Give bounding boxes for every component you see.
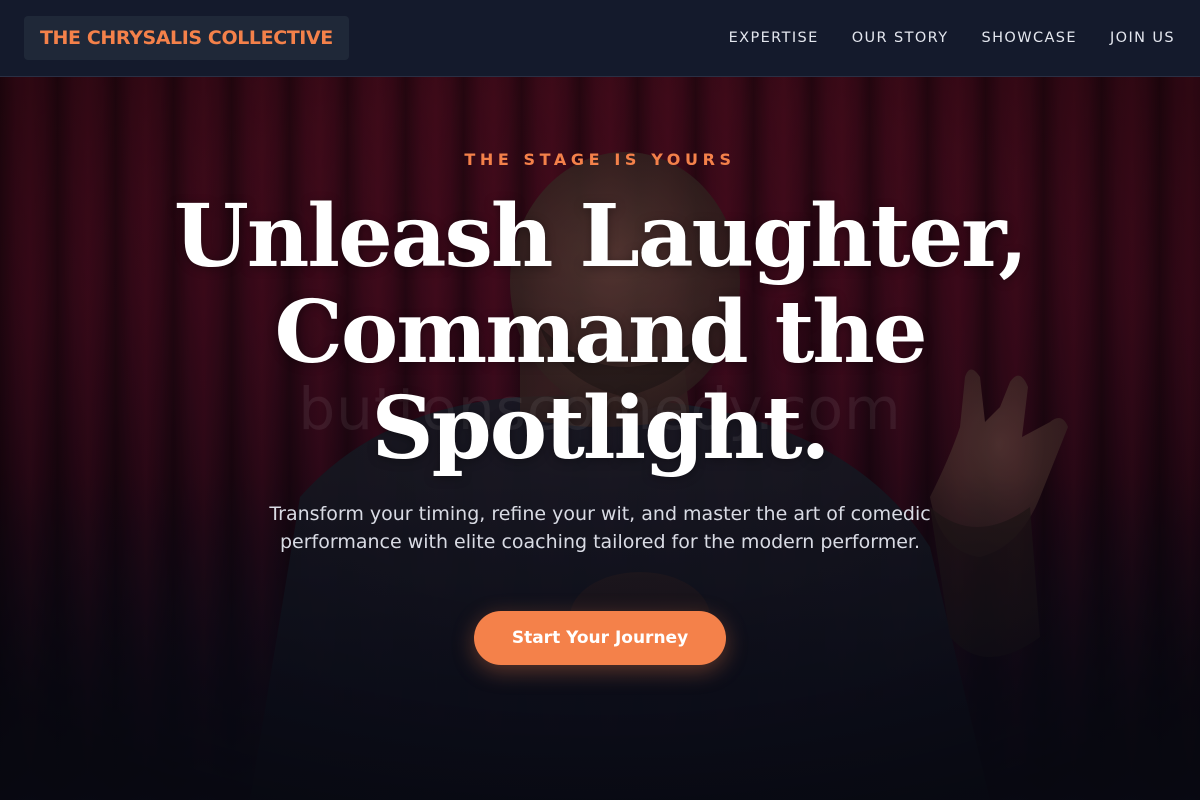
hero-eyebrow: THE STAGE IS YOURS (464, 150, 736, 169)
headline-line-1: Unleash Laughter, (173, 186, 1028, 287)
hero-headline: Unleash Laughter, Command the Spotlight. (100, 189, 1100, 477)
hero-subtext: Transform your timing, refine your wit, … (269, 503, 931, 553)
main-nav: EXPERTISE OUR STORY SHOWCASE JOIN US (729, 0, 1175, 76)
headline-line-3: Spotlight. (371, 378, 831, 479)
nav-link-join-us[interactable]: JOIN US (1110, 30, 1175, 46)
brand-logo[interactable]: THE CHRYSALIS COLLECTIVE (24, 16, 349, 60)
headline-line-2: Command the (274, 282, 927, 383)
nav-link-showcase[interactable]: SHOWCASE (981, 30, 1076, 46)
nav-link-our-story[interactable]: OUR STORY (852, 30, 949, 46)
hero-section: buttonscomedy.com THE STAGE IS YOURS Unl… (0, 77, 1200, 800)
site-header: THE CHRYSALIS COLLECTIVE EXPERTISE OUR S… (0, 0, 1200, 77)
hero-content: THE STAGE IS YOURS Unleash Laughter, Com… (0, 77, 1200, 800)
start-journey-button[interactable]: Start Your Journey (474, 611, 726, 665)
nav-link-expertise[interactable]: EXPERTISE (729, 30, 819, 46)
